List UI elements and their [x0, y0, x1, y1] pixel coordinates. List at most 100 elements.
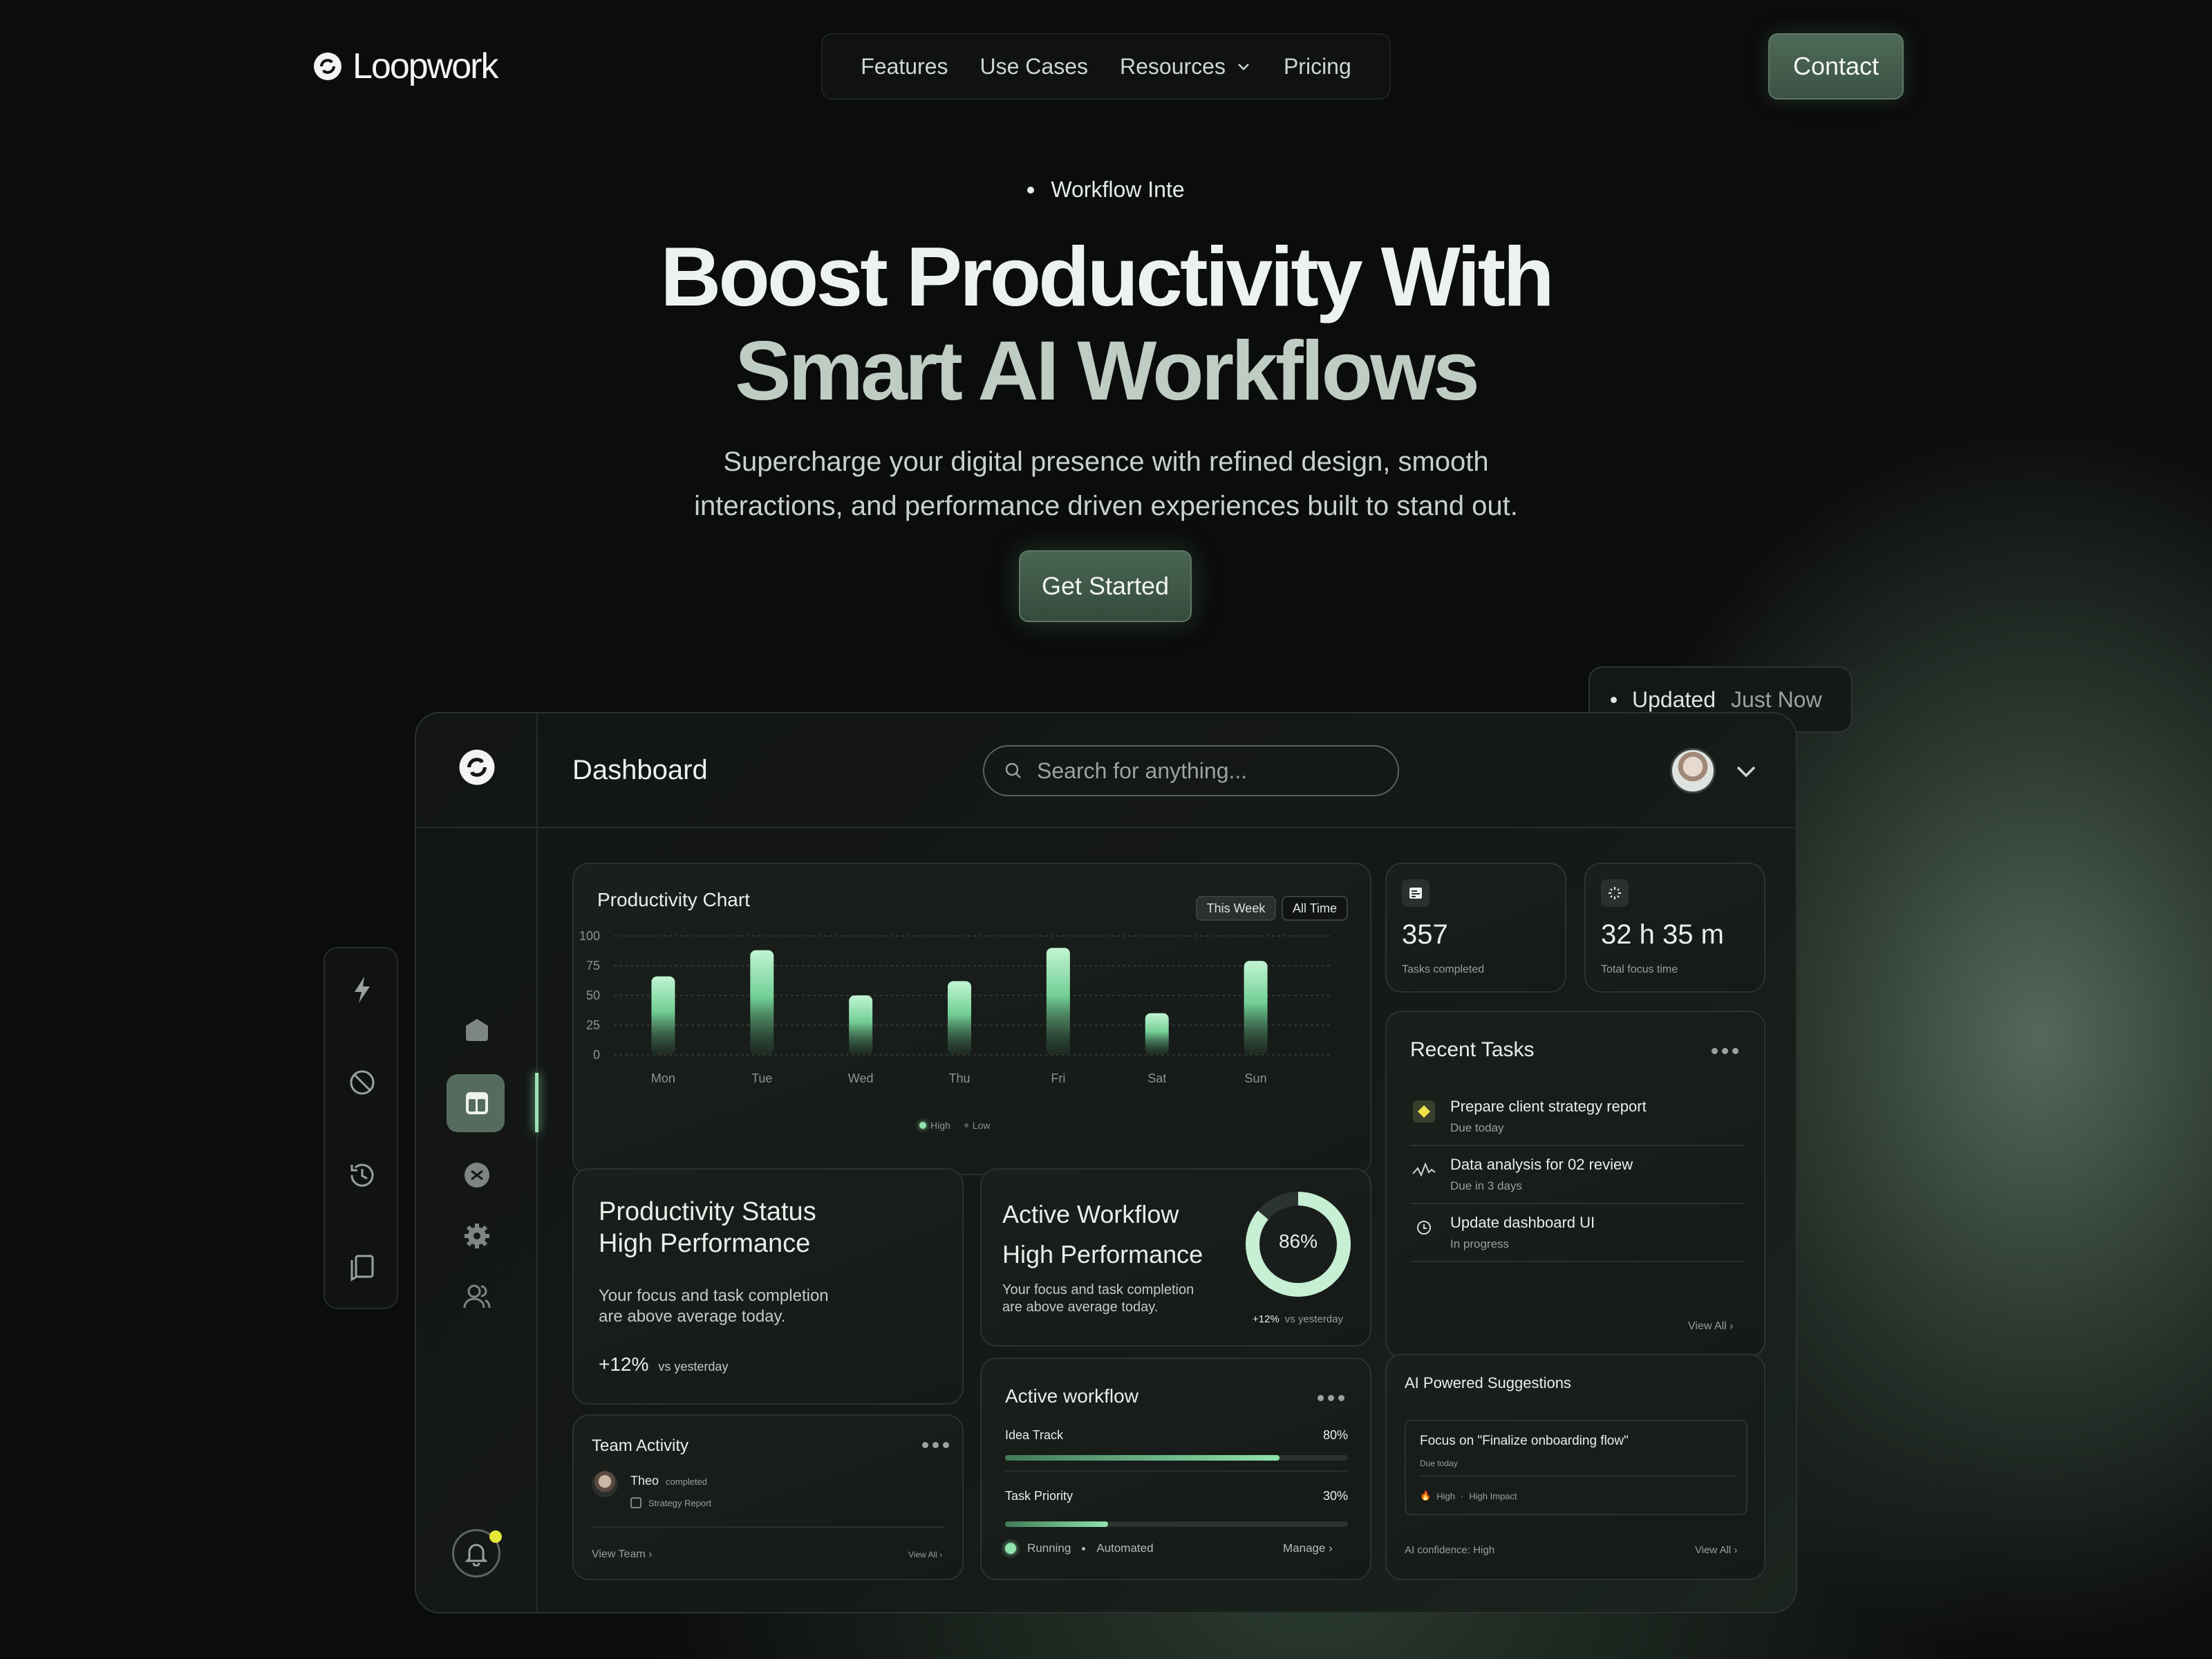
history-icon[interactable]: [343, 1156, 382, 1194]
y-tick-label: 100: [579, 930, 600, 943]
hero-subtitle-line2: interactions, and performance driven exp…: [694, 491, 1518, 521]
get-started-button[interactable]: Get Started: [1019, 550, 1192, 622]
suggestion-meta: 🔥 High · High Impact: [1420, 1490, 1517, 1501]
y-tick-label: 0: [593, 1048, 600, 1062]
legend-high: High: [919, 1120, 950, 1131]
team-title: Team Activity: [592, 1436, 689, 1455]
more-icon[interactable]: [922, 1442, 949, 1448]
bar-sat[interactable]: [1145, 1013, 1169, 1055]
view-all-link[interactable]: View All ›: [1695, 1544, 1737, 1556]
workflow-heading: Active Workflow High Performance: [1002, 1194, 1203, 1275]
active-indicator: [535, 1073, 538, 1132]
impact: High Impact: [1469, 1490, 1517, 1501]
status-desc2: are above average today.: [599, 1307, 786, 1326]
nav-pricing[interactable]: Pricing: [1284, 54, 1351, 79]
bar-tue[interactable]: [750, 950, 774, 1055]
nav-features[interactable]: Features: [861, 54, 948, 79]
block-icon[interactable]: [343, 1063, 382, 1102]
productivity-chart-card: Productivity Chart This Week All Time 0 2…: [572, 863, 1371, 1175]
filter-all-time[interactable]: All Time: [1282, 896, 1348, 921]
tasks-list-icon: [1402, 879, 1430, 907]
users-icon[interactable]: [458, 1277, 496, 1316]
contact-button[interactable]: Contact: [1768, 33, 1904, 100]
status-desc1: Your focus and task completion: [599, 1286, 829, 1305]
gear-icon[interactable]: [458, 1217, 496, 1255]
more-icon[interactable]: [1318, 1395, 1344, 1401]
progress-row: Task Priority 30%: [1005, 1489, 1348, 1527]
bell-icon: [465, 1544, 488, 1566]
dashboard-window: Dashboard Search for anything... Product…: [415, 712, 1797, 1613]
workflow-status: Running Automated: [1005, 1541, 1154, 1555]
suggestion-item[interactable]: Focus on "Finalize onboarding flow" Due …: [1405, 1420, 1747, 1515]
bar-thu[interactable]: [948, 981, 971, 1055]
task-list: Prepare client strategy report Due today …: [1410, 1088, 1745, 1262]
brand-name: Loopwork: [353, 46, 498, 86]
productivity-status-card: Productivity Status High Performance Your…: [572, 1168, 964, 1405]
task-item[interactable]: Prepare client strategy report Due today: [1410, 1088, 1745, 1146]
delta-value: +12%: [1253, 1313, 1280, 1325]
hero-subtitle-line1: Supercharge your digital presence with r…: [723, 447, 1489, 477]
workflow-desc1: Your focus and task completion: [1002, 1282, 1194, 1297]
bar-fri[interactable]: [1046, 948, 1070, 1055]
filter-this-week[interactable]: This Week: [1196, 896, 1276, 921]
checkbox-icon: [630, 1497, 641, 1508]
legend-low-label: Low: [972, 1120, 991, 1131]
progress-fill: [1005, 1521, 1108, 1527]
x-tick-label: Fri: [1051, 1071, 1065, 1085]
nav-use-cases[interactable]: Use Cases: [980, 54, 1089, 79]
progress-pct: 30%: [1322, 1489, 1348, 1503]
progress-row: Idea Track 80%: [1005, 1428, 1348, 1472]
hero-title-line1: Boost Productivity With: [660, 229, 1555, 324]
bar-sun[interactable]: [1244, 961, 1268, 1055]
donut-percent: 86%: [1278, 1230, 1318, 1252]
bar-mon[interactable]: [651, 976, 675, 1055]
brand-logo[interactable]: Loopwork: [312, 46, 498, 87]
workflow-progress-title: Active workflow: [1005, 1385, 1138, 1407]
dot-icon: [1027, 186, 1035, 194]
focus-sparkle-icon: [1601, 879, 1629, 907]
layout-icon: [458, 1084, 496, 1123]
delta-note: vs yesterday: [658, 1360, 729, 1374]
productivity-bar-chart: 0 25 50 75 100 Mon Tue Wed Thu Fri Sat Sun: [579, 930, 1333, 1085]
updated-label: Updated: [1632, 686, 1716, 712]
team-activity-row: Theo completed: [630, 1474, 707, 1488]
view-all-link[interactable]: View All ›: [908, 1550, 942, 1559]
progress-bar: [1005, 1455, 1348, 1461]
manage-link[interactable]: Manage ›: [1283, 1541, 1333, 1555]
dashboard-title: Dashboard: [572, 755, 708, 785]
floating-toolbar: [324, 947, 398, 1309]
workflow-line1: Active Workflow: [1002, 1200, 1179, 1228]
task-sub: Due in 3 days: [1450, 1179, 1522, 1192]
legend-high-label: High: [930, 1120, 950, 1131]
workflow-delta: +12% vs yesterday: [1253, 1313, 1343, 1325]
progress-label: Idea Track: [1005, 1428, 1064, 1442]
shuffle-icon[interactable]: [458, 1156, 496, 1194]
avatar[interactable]: [1670, 748, 1716, 794]
progress-label: Task Priority: [1005, 1489, 1074, 1503]
suggestion-due: Due today: [1420, 1459, 1458, 1468]
home-icon[interactable]: [458, 1011, 496, 1049]
task-title: Prepare client strategy report: [1450, 1098, 1647, 1115]
stat-card-focus: 32 h 35 m Total focus time: [1584, 863, 1765, 993]
view-team-link[interactable]: View Team ›: [592, 1548, 652, 1561]
loop-logo-icon[interactable]: [458, 748, 496, 787]
dot-icon: [1611, 696, 1617, 703]
status-line2: High Performance: [599, 1229, 811, 1258]
task-item[interactable]: Data analysis for 02 review Due in 3 days: [1410, 1146, 1745, 1204]
clock-icon: [1410, 1214, 1438, 1241]
top-nav: Features Use Cases Resources Pricing: [821, 33, 1391, 100]
bar-wed[interactable]: [849, 995, 873, 1055]
progress-fill: [1005, 1455, 1280, 1461]
hero-tag: Workflow Inte: [830, 177, 1382, 203]
status-running: Running: [1027, 1541, 1071, 1555]
ai-suggestions-card: AI Powered Suggestions Focus on "Finaliz…: [1385, 1353, 1765, 1580]
chevron-down-icon[interactable]: [1734, 759, 1759, 784]
task-item[interactable]: Update dashboard UI In progress: [1410, 1204, 1745, 1262]
lightning-icon[interactable]: [343, 971, 382, 1009]
book-icon[interactable]: [343, 1248, 382, 1287]
more-icon[interactable]: [1712, 1048, 1738, 1054]
nav-resources[interactable]: Resources: [1120, 54, 1252, 79]
search-input[interactable]: Search for anything...: [983, 745, 1399, 796]
view-all-link[interactable]: View All ›: [1688, 1320, 1734, 1333]
notification-dot: [489, 1530, 502, 1543]
